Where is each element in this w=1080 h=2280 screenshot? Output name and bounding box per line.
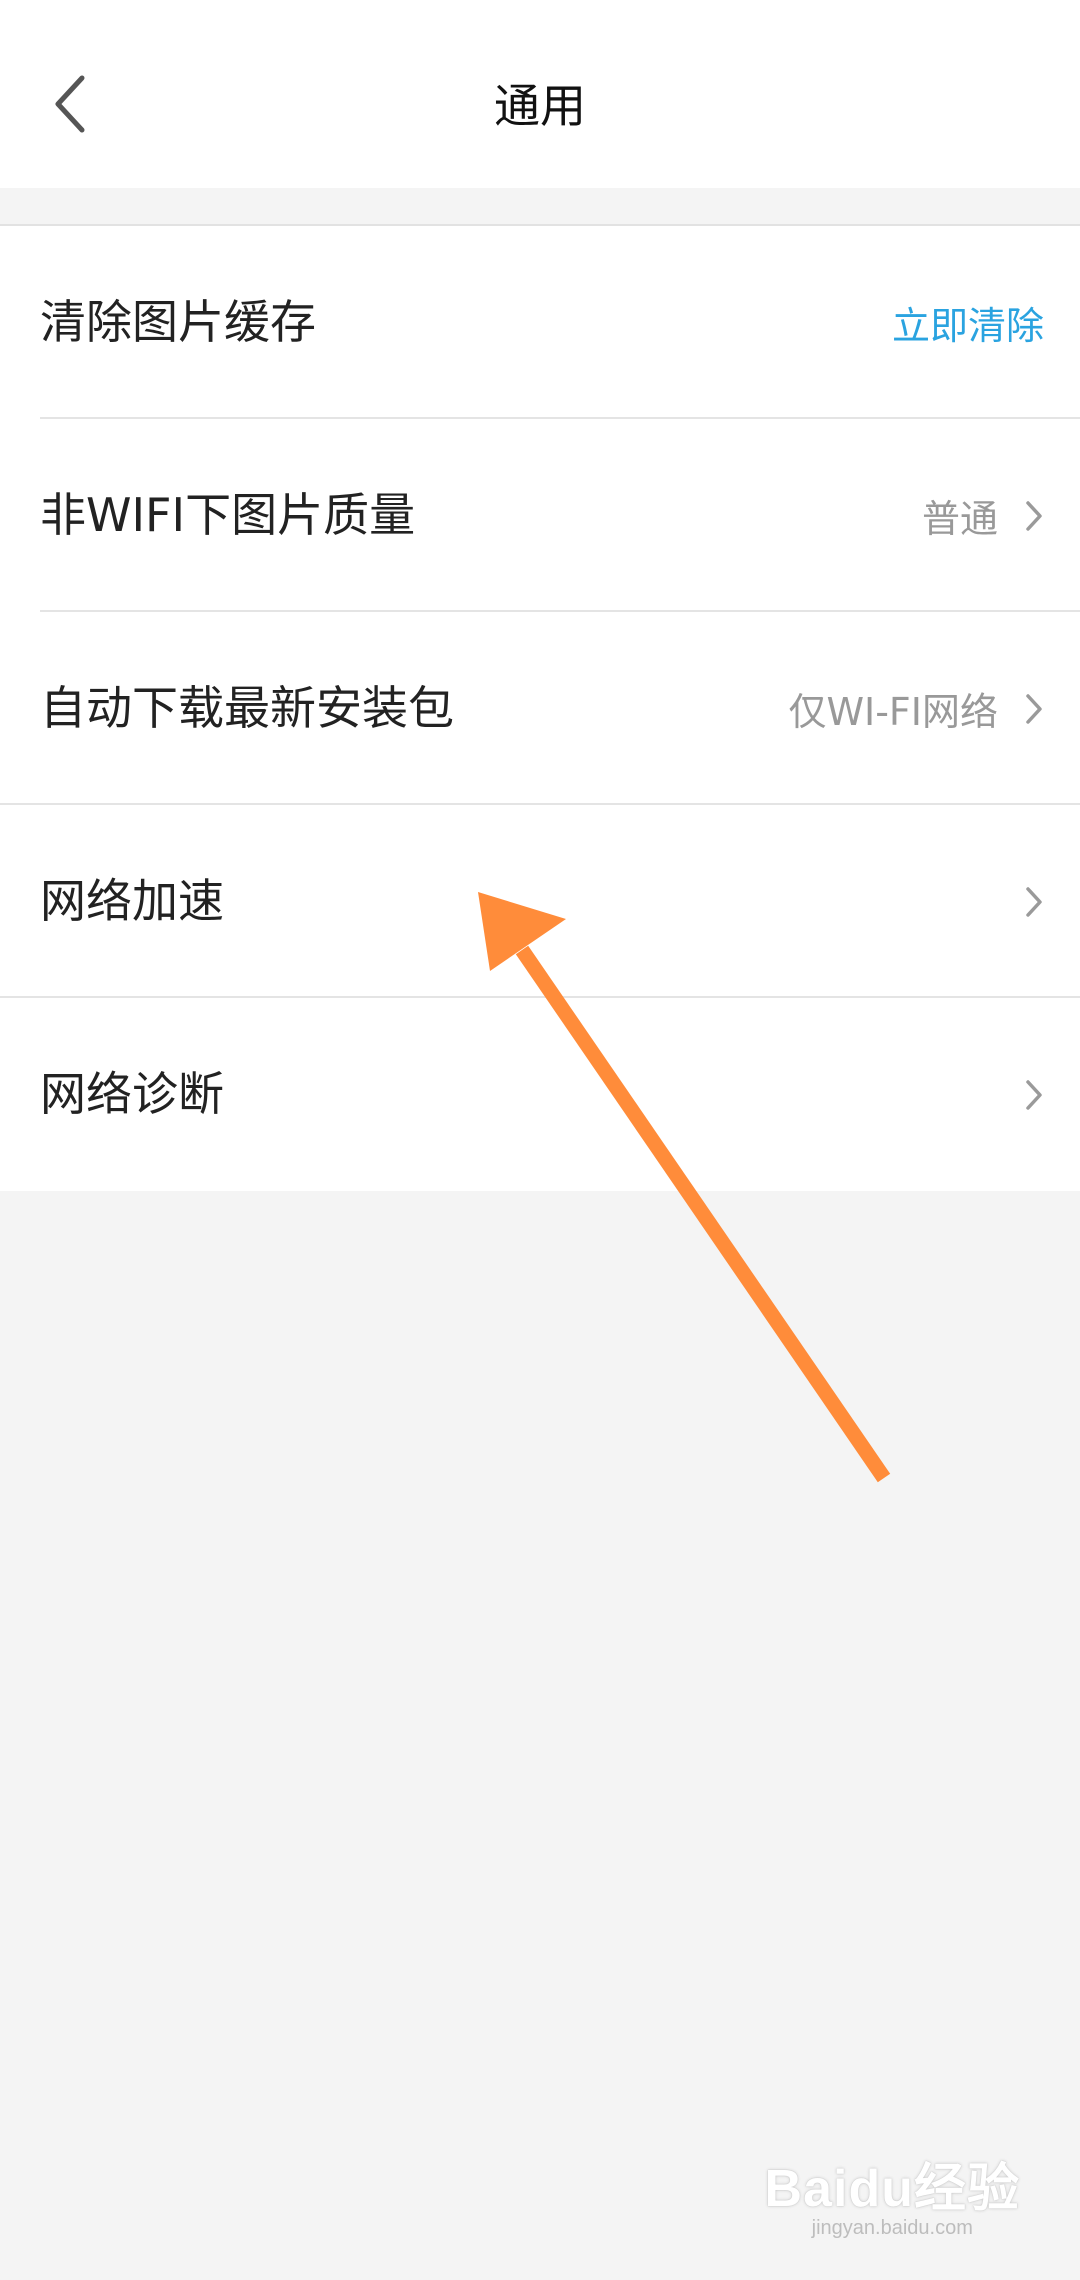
header-bar: 通用 — [0, 0, 1080, 188]
chevron-right-icon — [1024, 692, 1044, 726]
setting-row-clear-cache[interactable]: 清除图片缓存 立即清除 — [0, 226, 1080, 419]
setting-label: 清除图片缓存 — [40, 295, 316, 349]
setting-row-image-quality[interactable]: 非WIFI下图片质量 普通 — [0, 419, 1080, 612]
setting-row-network-acceleration[interactable]: 网络加速 — [0, 805, 1080, 998]
setting-value: 普通 — [921, 497, 998, 541]
chevron-right-icon — [1024, 1078, 1044, 1112]
setting-label: 非WIFI下图片质量 — [40, 488, 416, 542]
setting-row-network-diagnosis[interactable]: 网络诊断 — [0, 998, 1080, 1191]
setting-label: 网络诊断 — [40, 1067, 224, 1121]
setting-row-auto-download[interactable]: 自动下载最新安装包 仅WI-FI网络 — [0, 612, 1080, 805]
setting-label: 自动下载最新安装包 — [40, 681, 454, 735]
setting-label: 网络加速 — [40, 874, 224, 928]
settings-list: 清除图片缓存 立即清除 非WIFI下图片质量 普通 自动下载最新安装包 仅WI-… — [0, 226, 1080, 1191]
baidu-watermark: Baidu经验 jingyan.baidu.com — [765, 2146, 1020, 2240]
clear-now-button[interactable]: 立即清除 — [892, 295, 1044, 350]
back-button[interactable] — [30, 54, 110, 154]
section-separator — [0, 188, 1080, 226]
chevron-left-icon — [55, 75, 85, 133]
watermark-logo: Baidu经验 — [764, 2160, 1020, 2218]
chevron-right-icon — [1024, 499, 1044, 533]
chevron-right-icon — [1024, 885, 1044, 919]
page-title: 通用 — [494, 79, 586, 133]
setting-value: 仅WI-FI网络 — [788, 690, 998, 734]
